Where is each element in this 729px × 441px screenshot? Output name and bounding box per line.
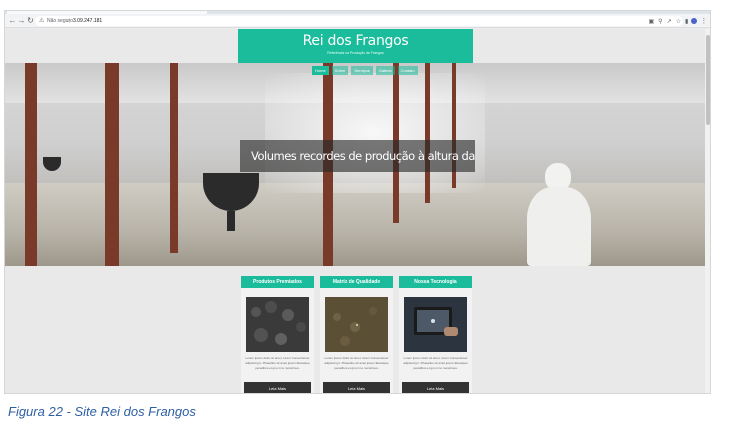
card-nossa-tecnologia: Nossa Tecnologia Lorem ipsum dolor sit a…	[399, 276, 472, 393]
card-image-farm	[325, 297, 388, 352]
menu-dots-icon[interactable]: ⋮	[700, 17, 707, 25]
card-text: Lorem ipsum dolor sit amet, lorem Consec…	[324, 356, 389, 370]
nav-sobre[interactable]: Sobre	[331, 66, 349, 75]
browser-screenshot: ← → ↻ ⚠ Não seguro | 3.09.247.181 ▣ ⚲ ↗ …	[4, 10, 711, 394]
main-nav: Home Sobre Serviços Galeria Contato	[312, 66, 418, 75]
bookmark-star-icon[interactable]: ☆	[676, 18, 681, 25]
card-text: Lorem ipsum dolor sit amet, lorem Consec…	[245, 356, 310, 370]
figure-caption: Figura 22 - Site Rei dos Frangos	[8, 404, 196, 419]
profile-avatar[interactable]	[691, 18, 698, 24]
nav-servicos[interactable]: Serviços	[351, 66, 373, 75]
site-tagline: Referência na Produção de Frangos	[327, 51, 384, 55]
sidebar-icon[interactable]: ▮	[685, 18, 688, 25]
card-title: Nossa Tecnologia	[399, 276, 472, 288]
toolbar-actions: ▮ ⋮	[685, 16, 707, 26]
site-header: Rei dos Frangos Referência na Produção d…	[238, 29, 473, 63]
card-image-chicks	[246, 297, 309, 352]
address-bar[interactable]: ⚠ Não seguro | 3.09.247.181 ▣ ⚲ ↗ ☆	[35, 16, 683, 26]
forward-icon[interactable]: →	[17, 16, 26, 26]
read-more-button[interactable]: Leia Mais	[402, 382, 469, 393]
page-scrollbar[interactable]	[705, 29, 710, 393]
separator: |	[69, 18, 71, 24]
hero-banner: Volumes recordes de produção à altura da…	[240, 140, 475, 172]
card-produtos-premiados: Produtos Premiados Lorem ipsum dolor sit…	[241, 276, 314, 393]
zoom-icon[interactable]: ⚲	[658, 18, 662, 25]
hero-banner-text: Volumes recordes de produção à altura da…	[251, 149, 475, 163]
share-icon[interactable]: ↗	[667, 18, 672, 25]
warning-icon[interactable]: ⚠	[39, 16, 44, 26]
url-text[interactable]: 3.09.247.181	[73, 16, 102, 26]
site-title: Rei dos Frangos	[302, 33, 409, 49]
card-matriz-qualidade: Matriz de Qualidade Lorem ipsum dolor si…	[320, 276, 393, 393]
nav-home[interactable]: Home	[312, 66, 329, 75]
worker-figure	[523, 163, 595, 266]
card-title: Produtos Premiados	[241, 276, 314, 288]
translate-icon[interactable]: ▣	[649, 18, 655, 25]
reload-icon[interactable]: ↻	[26, 16, 35, 26]
browser-toolbar: ← → ↻ ⚠ Não seguro | 3.09.247.181 ▣ ⚲ ↗ …	[5, 14, 710, 28]
read-more-button[interactable]: Leia Mais	[244, 382, 311, 393]
nav-contato[interactable]: Contato	[397, 66, 418, 75]
back-icon[interactable]: ←	[8, 16, 17, 26]
card-text: Lorem ipsum dolor sit amet, lorem Consec…	[403, 356, 468, 370]
web-page: Rei dos Frangos Referência na Produção d…	[5, 29, 705, 393]
card-image-tablet	[404, 297, 467, 352]
scrollbar-thumb[interactable]	[706, 35, 710, 125]
omnibox-icons: ▣ ⚲ ↗ ☆	[649, 16, 682, 26]
nav-galeria[interactable]: Galeria	[375, 66, 395, 75]
hero-image: Home Sobre Serviços Galeria Contato Volu…	[5, 63, 705, 266]
card-title: Matriz de Qualidade	[320, 276, 393, 288]
read-more-button[interactable]: Leia Mais	[323, 382, 390, 393]
